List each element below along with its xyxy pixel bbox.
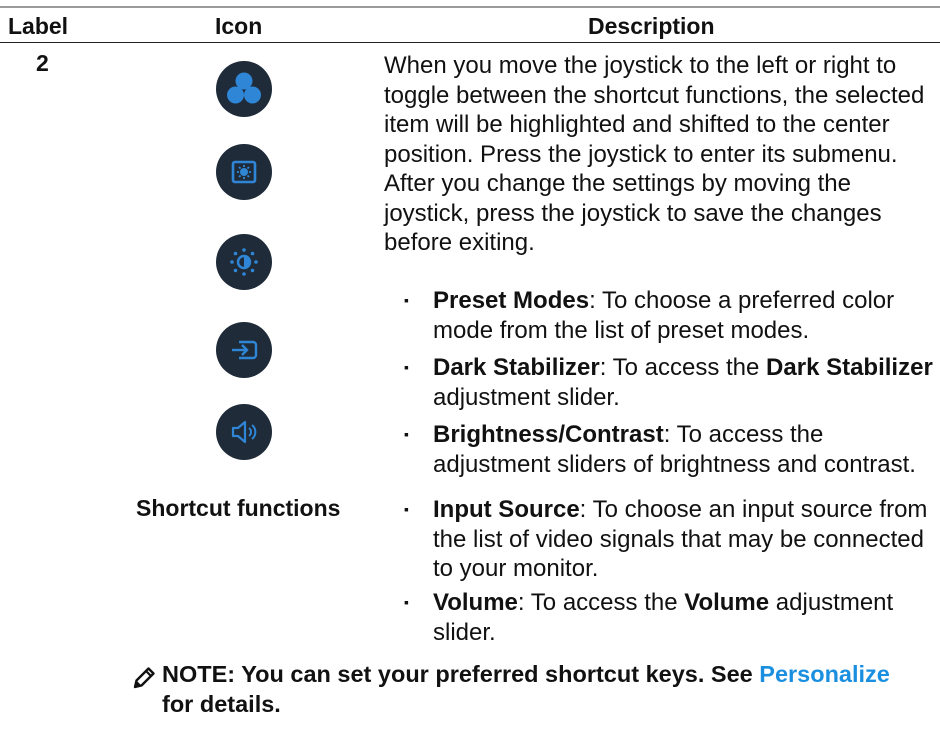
input-source-icon (216, 322, 272, 378)
brightness-contrast-icon (216, 234, 272, 290)
bullet-marker: ▪ (404, 359, 409, 375)
list-item: ▪ Brightness/Contrast: To access the adj… (384, 420, 940, 479)
table-top-rule (0, 6, 940, 8)
list-item: ▪ Input Source: To choose an input sourc… (384, 495, 940, 584)
dark-stabilizer-icon (216, 144, 272, 200)
bullet-text: : To access the (517, 589, 685, 616)
preset-modes-icon (216, 61, 272, 117)
bullet-term: Input Source (433, 496, 580, 523)
header-rule (0, 42, 940, 43)
bullet-term: Preset Modes (433, 287, 590, 314)
bullet-term: Brightness/Contrast (433, 421, 664, 448)
bullet-marker: ▪ (404, 426, 409, 442)
bullet-inline-bold: Volume (684, 589, 770, 616)
bullet-text: adjustment slider. (433, 383, 620, 411)
note-prefix: NOTE: You can set your preferred shortcu… (162, 661, 760, 687)
bullet-term: Dark Stabilizer (433, 354, 600, 381)
bullet-marker: ▪ (404, 501, 409, 517)
bullet-text: : To access the (599, 354, 767, 381)
header-label: Label (8, 13, 69, 39)
volume-icon (216, 404, 272, 460)
bullet-term: Volume (433, 589, 518, 616)
description-paragraph: When you move the joystick to the left o… (384, 52, 925, 256)
icon-caption: Shortcut functions (136, 495, 341, 521)
header-icon: Icon (215, 13, 263, 39)
bullet-marker: ▪ (404, 594, 409, 610)
list-item: ▪ Dark Stabilizer: To access the Dark St… (384, 353, 940, 412)
note: NOTE: You can set your preferred shortcu… (162, 660, 922, 719)
pencil-note-icon (131, 665, 157, 696)
row-label: 2 (36, 50, 49, 76)
note-suffix: for details. (162, 690, 281, 717)
bullet-marker: ▪ (404, 292, 409, 308)
list-item: ▪ Preset Modes: To choose a preferred co… (384, 286, 940, 345)
personalize-link[interactable]: Personalize (759, 661, 890, 687)
list-item: ▪ Volume: To access the Volume adjustmen… (384, 588, 940, 647)
header-description: Description (588, 13, 715, 39)
bullet-inline-bold: Dark Stabilizer (766, 354, 933, 381)
